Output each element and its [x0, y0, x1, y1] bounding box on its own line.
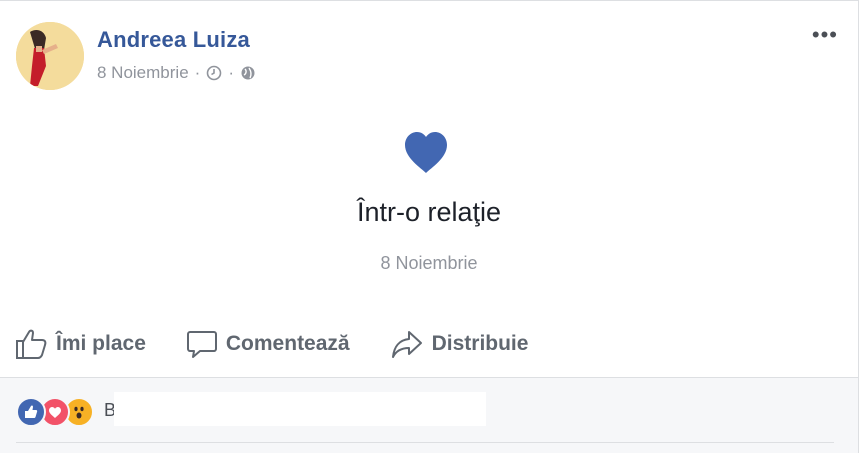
divider: [16, 442, 834, 443]
clock-icon: [207, 65, 222, 81]
author-name[interactable]: Andreea Luiza: [97, 27, 250, 53]
life-event-title: Într-o relaţie: [356, 197, 502, 227]
comment-icon: [186, 331, 217, 358]
avatar-photo: [16, 22, 84, 90]
life-event-date: 8 Noiembrie: [380, 253, 478, 273]
avatar[interactable]: [16, 22, 84, 90]
post-card: Andreea Luiza 8 Noiembrie · · ••• Într-o…: [0, 0, 859, 453]
comment-button[interactable]: Comentează: [186, 328, 350, 360]
separator-dot: ·: [194, 63, 201, 82]
heart-icon: [403, 131, 449, 175]
thumbs-up-icon: [16, 329, 47, 359]
more-options-button[interactable]: •••: [812, 24, 838, 46]
action-bar: Îmi place Comentează Distribuie: [14, 324, 568, 364]
redaction-box: [114, 392, 486, 426]
comment-label: Comentează: [225, 332, 350, 355]
reaction-icons[interactable]: [16, 397, 94, 427]
post-meta: 8 Noiembrie · ·: [97, 63, 256, 83]
like-label: Îmi place: [56, 332, 146, 355]
post-date[interactable]: 8 Noiembrie: [97, 63, 189, 83]
like-button[interactable]: Îmi place: [14, 328, 146, 360]
like-reaction-icon: [16, 397, 46, 427]
share-label: Distribuie: [431, 332, 529, 355]
separator-dot: ·: [228, 63, 234, 82]
share-button[interactable]: Distribuie: [390, 328, 529, 360]
globe-icon[interactable]: [240, 65, 256, 81]
share-arrow-icon: [391, 331, 422, 358]
